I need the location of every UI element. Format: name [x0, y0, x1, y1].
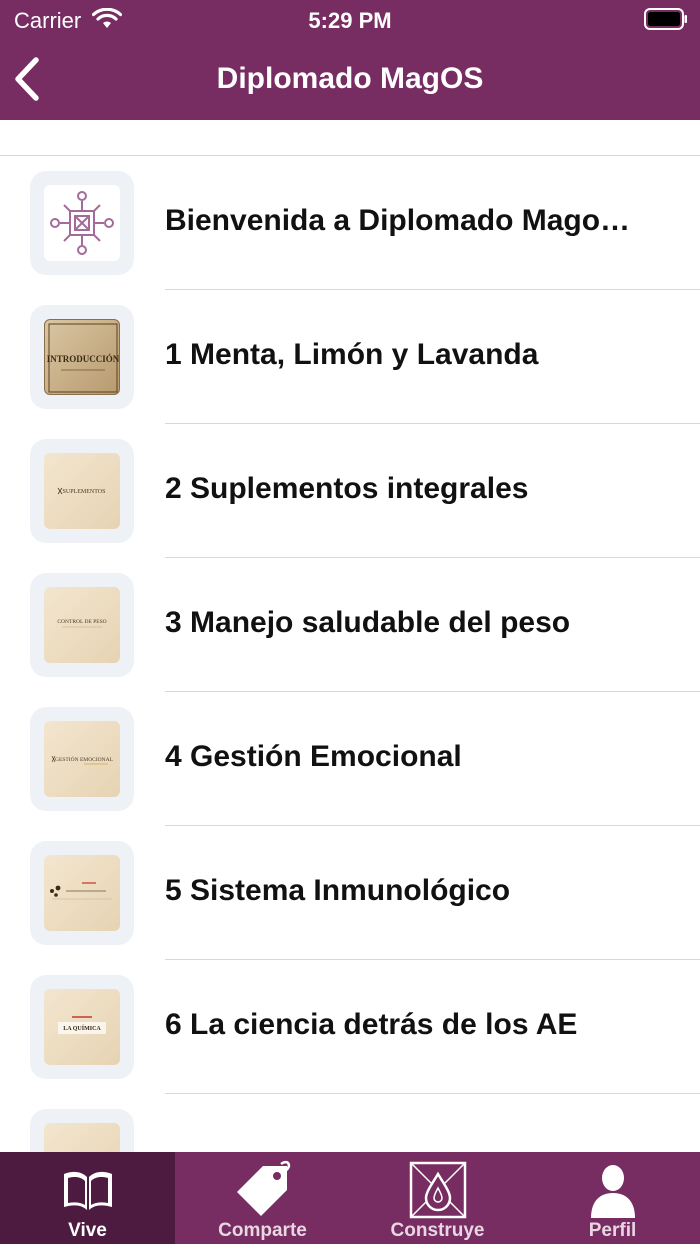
- magos-logo-thumbnail: [44, 185, 120, 261]
- tab-comparte[interactable]: Comparte: [175, 1152, 350, 1244]
- item-label: 6 La ciencia detrás de los AE: [165, 1008, 578, 1041]
- book-icon: [63, 1171, 112, 1210]
- thumbnail-frame: INTRODUCCIÓN: [30, 305, 134, 409]
- thumbnail-caption: INTRODUCCIÓN: [47, 354, 120, 364]
- page-title: Diplomado MagOS: [216, 62, 484, 95]
- battery-icon: [644, 8, 687, 30]
- thumbnail-frame: GESTIÓN EMOCIONAL: [30, 707, 134, 811]
- tab-label: Comparte: [218, 1220, 307, 1241]
- suplementos-thumbnail: SUPLEMENTOS: [44, 453, 120, 529]
- gestion-emocional-thumbnail: GESTIÓN EMOCIONAL: [44, 721, 120, 797]
- tab-label: Construye: [390, 1220, 485, 1241]
- magos-logo: [50, 191, 114, 255]
- drop-frame-icon: [409, 1161, 466, 1219]
- status-bar: Carrier 5:29 PM: [0, 0, 700, 40]
- list-item[interactable]: LA QUÍMICA 6 La ciencia detrás de los AE: [0, 960, 700, 1094]
- control-de-peso-thumbnail: CONTROL DE PESO: [44, 587, 120, 663]
- item-label: Bienvenida a Diplomado Mago…: [165, 204, 631, 237]
- thumbnail-frame: [30, 171, 134, 275]
- list-item[interactable]: 5 Sistema Inmunológico: [0, 826, 700, 960]
- thumbnail-frame: LA QUÍMICA: [30, 975, 134, 1079]
- thumbnail-frame: CONTROL DE PESO: [30, 573, 134, 677]
- status-time: 5:29 PM: [308, 8, 392, 33]
- introduccion-thumbnail: INTRODUCCIÓN: [44, 319, 120, 395]
- thumbnail-caption: SUPLEMENTOS: [63, 489, 106, 495]
- lesson-list: Bienvenida a Diplomado Mago… INTRODUCCIÓ…: [0, 156, 700, 1228]
- tab-bar: Vive Comparte Construye Perfil: [0, 1152, 700, 1244]
- thumbnail-caption: GESTIÓN EMOCIONAL: [55, 755, 114, 763]
- item-label: 3 Manejo saludable del peso: [165, 606, 571, 639]
- list-item[interactable]: GESTIÓN EMOCIONAL 4 Gestión Emocional: [0, 692, 700, 826]
- item-label: 2 Suplementos integrales: [165, 472, 529, 505]
- tab-perfil[interactable]: Perfil: [525, 1152, 700, 1244]
- person-icon: [590, 1165, 635, 1218]
- tab-label: Perfil: [588, 1220, 637, 1241]
- sistema-inmunologico-thumbnail: [44, 855, 120, 931]
- thumbnail-frame: [30, 841, 134, 945]
- thumbnail-caption: LA QUÍMICA: [63, 1024, 101, 1032]
- list-item[interactable]: CONTROL DE PESO 3 Manejo saludable del p…: [0, 558, 700, 692]
- thumbnail-caption: CONTROL DE PESO: [57, 619, 106, 625]
- list-item[interactable]: SUPLEMENTOS 2 Suplementos integrales: [0, 424, 700, 558]
- list-item[interactable]: Bienvenida a Diplomado Mago…: [0, 156, 700, 290]
- navigation-bar: Diplomado MagOS: [0, 40, 700, 120]
- thumbnail-frame: SUPLEMENTOS: [30, 439, 134, 543]
- item-label: 5 Sistema Inmunológico: [165, 874, 511, 907]
- item-label: 1 Menta, Limón y Lavanda: [165, 338, 539, 371]
- tag-icon: [236, 1160, 290, 1216]
- la-quimica-thumbnail: LA QUÍMICA: [44, 989, 120, 1065]
- tab-vive[interactable]: Vive: [0, 1152, 175, 1244]
- tab-label: Vive: [68, 1220, 107, 1241]
- list-item[interactable]: INTRODUCCIÓN 1 Menta, Limón y Lavanda: [0, 290, 700, 424]
- tab-construye[interactable]: Construye: [350, 1152, 525, 1244]
- item-label: 4 Gestión Emocional: [165, 740, 462, 773]
